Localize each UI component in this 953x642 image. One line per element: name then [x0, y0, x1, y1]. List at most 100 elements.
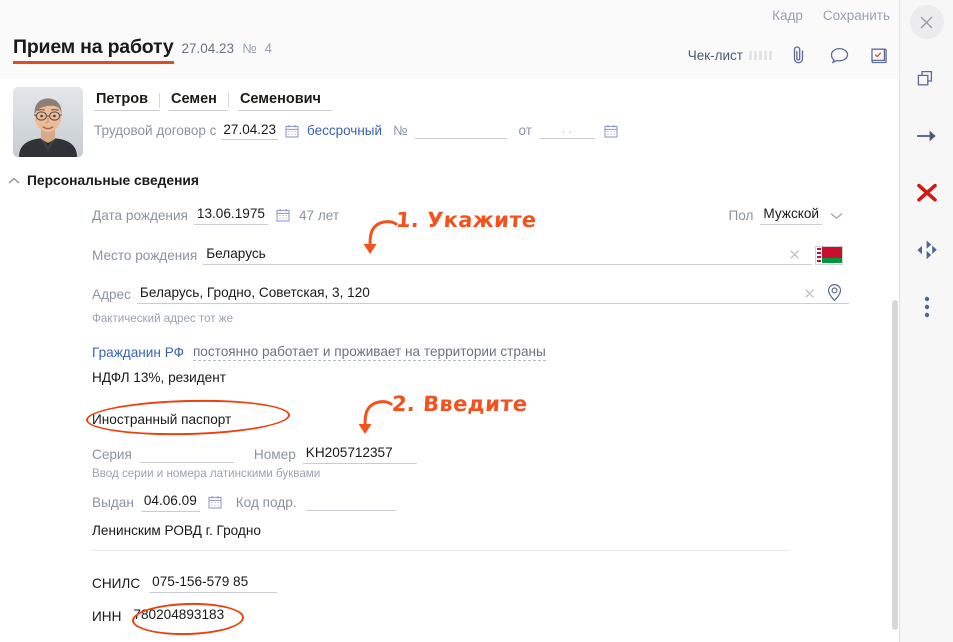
actual-address-note-text: Фактический адрес тот же — [92, 312, 234, 325]
contract-row: Трудовой договор с 27.04.23 бессрочный №… — [94, 121, 618, 140]
actual-address-note[interactable]: Фактический адрес тот же — [92, 312, 233, 325]
dept-code-field[interactable] — [305, 493, 396, 511]
contract-type-link[interactable]: бессрочный — [307, 123, 382, 138]
age-text: 47 лет — [298, 207, 340, 223]
comment-bubble-icon[interactable] — [826, 42, 852, 68]
more-menu-button[interactable] — [910, 290, 944, 324]
citizen-country-link[interactable]: Гражданин РФ — [92, 345, 184, 360]
citizen-status-link[interactable]: постоянно работает и проживает на террит… — [192, 344, 546, 361]
person-summary-bar: Петров Семен Семенович Трудовой договор … — [0, 79, 900, 166]
citizenship-row: Гражданин РФ постоянно работает и прожив… — [92, 344, 546, 361]
inn-field[interactable]: 780204893183 — [130, 606, 240, 626]
full-name-row: Петров Семен Семенович — [94, 89, 332, 111]
page-title: Прием на работу — [13, 37, 174, 64]
snils-row: СНИЛС 075-156-579 85 — [92, 573, 278, 593]
birth-place-row: Место рождения Беларусь ✕ — [92, 245, 843, 265]
birth-date-field[interactable]: 13.06.1975 — [193, 205, 268, 225]
middle-name-field[interactable]: Семенович — [237, 89, 332, 111]
passport-type-text: Иностранный паспорт — [92, 412, 232, 427]
content-scrollbar-thumb[interactable] — [892, 300, 898, 630]
header-number[interactable]: 4 — [265, 41, 273, 56]
top-actions: Кадр Сохранить — [772, 8, 890, 23]
delete-red-x-icon — [916, 183, 937, 202]
checklist-progress-dots — [749, 51, 772, 61]
contract-from-date-field[interactable]: . . — [538, 122, 595, 139]
spacer-rule — [92, 557, 790, 558]
duplicate-record-button[interactable] — [910, 62, 944, 96]
chevron-up-icon — [8, 177, 20, 184]
last-name-field[interactable]: Петров — [94, 89, 160, 111]
record-header: Прием на работу 27.04.23 № 4 Чек-лист — [0, 33, 900, 80]
latin-input-hint: Ввод серии и номера латинскими буквами — [92, 467, 321, 480]
navigate-records-button[interactable] — [910, 233, 944, 267]
frame-button[interactable]: Кадр — [772, 8, 803, 23]
passport-series-number-row: Серия Номер KH205712357 — [92, 444, 417, 464]
birth-date-row: Дата рождения 13.06.1975 47 лет — [92, 205, 339, 225]
section-header-personal-details[interactable]: Персональные сведения — [8, 173, 199, 188]
address-field[interactable]: Беларусь, Гродно, Советская, 3, 120 — [136, 284, 850, 304]
delete-record-button[interactable] — [910, 176, 944, 210]
close-window-button[interactable] — [909, 5, 944, 39]
inn-label: ИНН — [92, 608, 122, 624]
series-label: Серия — [92, 446, 132, 462]
clear-birth-place-icon[interactable]: ✕ — [788, 248, 801, 263]
contract-date-field[interactable]: 27.04.23 — [221, 121, 278, 140]
contract-number-field[interactable] — [414, 122, 507, 139]
contract-number-label: № — [393, 123, 408, 138]
calendar-icon[interactable] — [285, 124, 299, 138]
gender-label: Пол — [728, 207, 754, 223]
issued-label: Выдан — [92, 494, 134, 510]
latin-hint-row: Ввод серии и номера латинскими буквами — [92, 467, 320, 480]
first-name-field[interactable]: Семен — [169, 89, 228, 111]
chevron-down-icon[interactable] — [830, 208, 843, 223]
contract-label: Трудовой договор с — [94, 123, 217, 138]
attachment-paperclip-icon[interactable] — [786, 42, 812, 68]
checklist-label: Чек-лист — [687, 47, 743, 63]
personal-details-panel: Персональные сведения Дата рождения 13.0… — [0, 165, 900, 642]
header-date[interactable]: 27.04.23 — [182, 41, 235, 56]
save-button[interactable]: Сохранить — [823, 8, 890, 23]
issued-by-text: Ленинским РОВД г. Гродно — [92, 523, 261, 538]
employment-record-window: Кадр Сохранить Прием на работу 27.04.23 … — [0, 0, 953, 642]
calendar-icon-birth[interactable] — [276, 208, 290, 222]
map-pin-icon[interactable] — [826, 283, 843, 305]
copy-icon — [917, 70, 933, 85]
birth-place-label: Место рождения — [92, 247, 198, 263]
tax-status-row[interactable]: НДФЛ 13%, резидент — [92, 370, 226, 385]
number-label: Номер — [253, 446, 296, 462]
issued-date-field[interactable]: 04.06.09 — [140, 492, 200, 512]
calendar-icon-issued[interactable] — [208, 495, 222, 509]
number-field[interactable]: KH205712357 — [302, 444, 417, 464]
snils-field[interactable]: 075-156-579 85 — [149, 573, 278, 593]
header-tools: Чек-лист — [688, 42, 892, 68]
section-title: Персональные сведения — [27, 173, 199, 188]
birth-date-label: Дата рождения — [92, 207, 188, 223]
series-field[interactable] — [139, 445, 234, 463]
calendar-icon-2[interactable] — [604, 124, 618, 138]
inn-row: ИНН 780204893183 — [92, 606, 240, 626]
header-number-label: № — [242, 41, 257, 56]
gender-row: Пол Мужской — [728, 205, 843, 225]
address-label: Адрес — [92, 286, 131, 302]
avatar[interactable] — [13, 87, 83, 157]
birth-place-field[interactable]: Беларусь — [203, 245, 813, 265]
issued-by-row[interactable]: Ленинским РОВД г. Гродно — [92, 523, 792, 538]
gender-value[interactable]: Мужской — [760, 205, 822, 225]
passport-type-row[interactable]: Иностранный паспорт — [92, 412, 231, 427]
arrow-right-icon — [916, 130, 936, 142]
more-menu-icon — [924, 296, 929, 318]
belarus-flag-icon[interactable] — [815, 245, 843, 265]
task-scroll-check-icon[interactable] — [866, 42, 892, 68]
top-action-strip: Кадр Сохранить — [0, 0, 900, 33]
checklist-button[interactable]: Чек-лист — [688, 48, 772, 63]
snils-label: СНИЛС — [92, 575, 141, 591]
issued-by-underline — [92, 550, 790, 551]
name-divider-1 — [159, 92, 161, 108]
next-record-button[interactable] — [910, 119, 944, 153]
clear-address-icon[interactable]: ✕ — [803, 287, 816, 302]
dept-code-label: Код подр. — [235, 494, 297, 510]
tax-status-text: НДФЛ 13%, резидент — [92, 370, 226, 385]
right-tool-rail — [899, 0, 953, 642]
title-group: Прием на работу 27.04.23 № 4 — [13, 37, 273, 64]
contract-from-label: от — [518, 123, 532, 138]
